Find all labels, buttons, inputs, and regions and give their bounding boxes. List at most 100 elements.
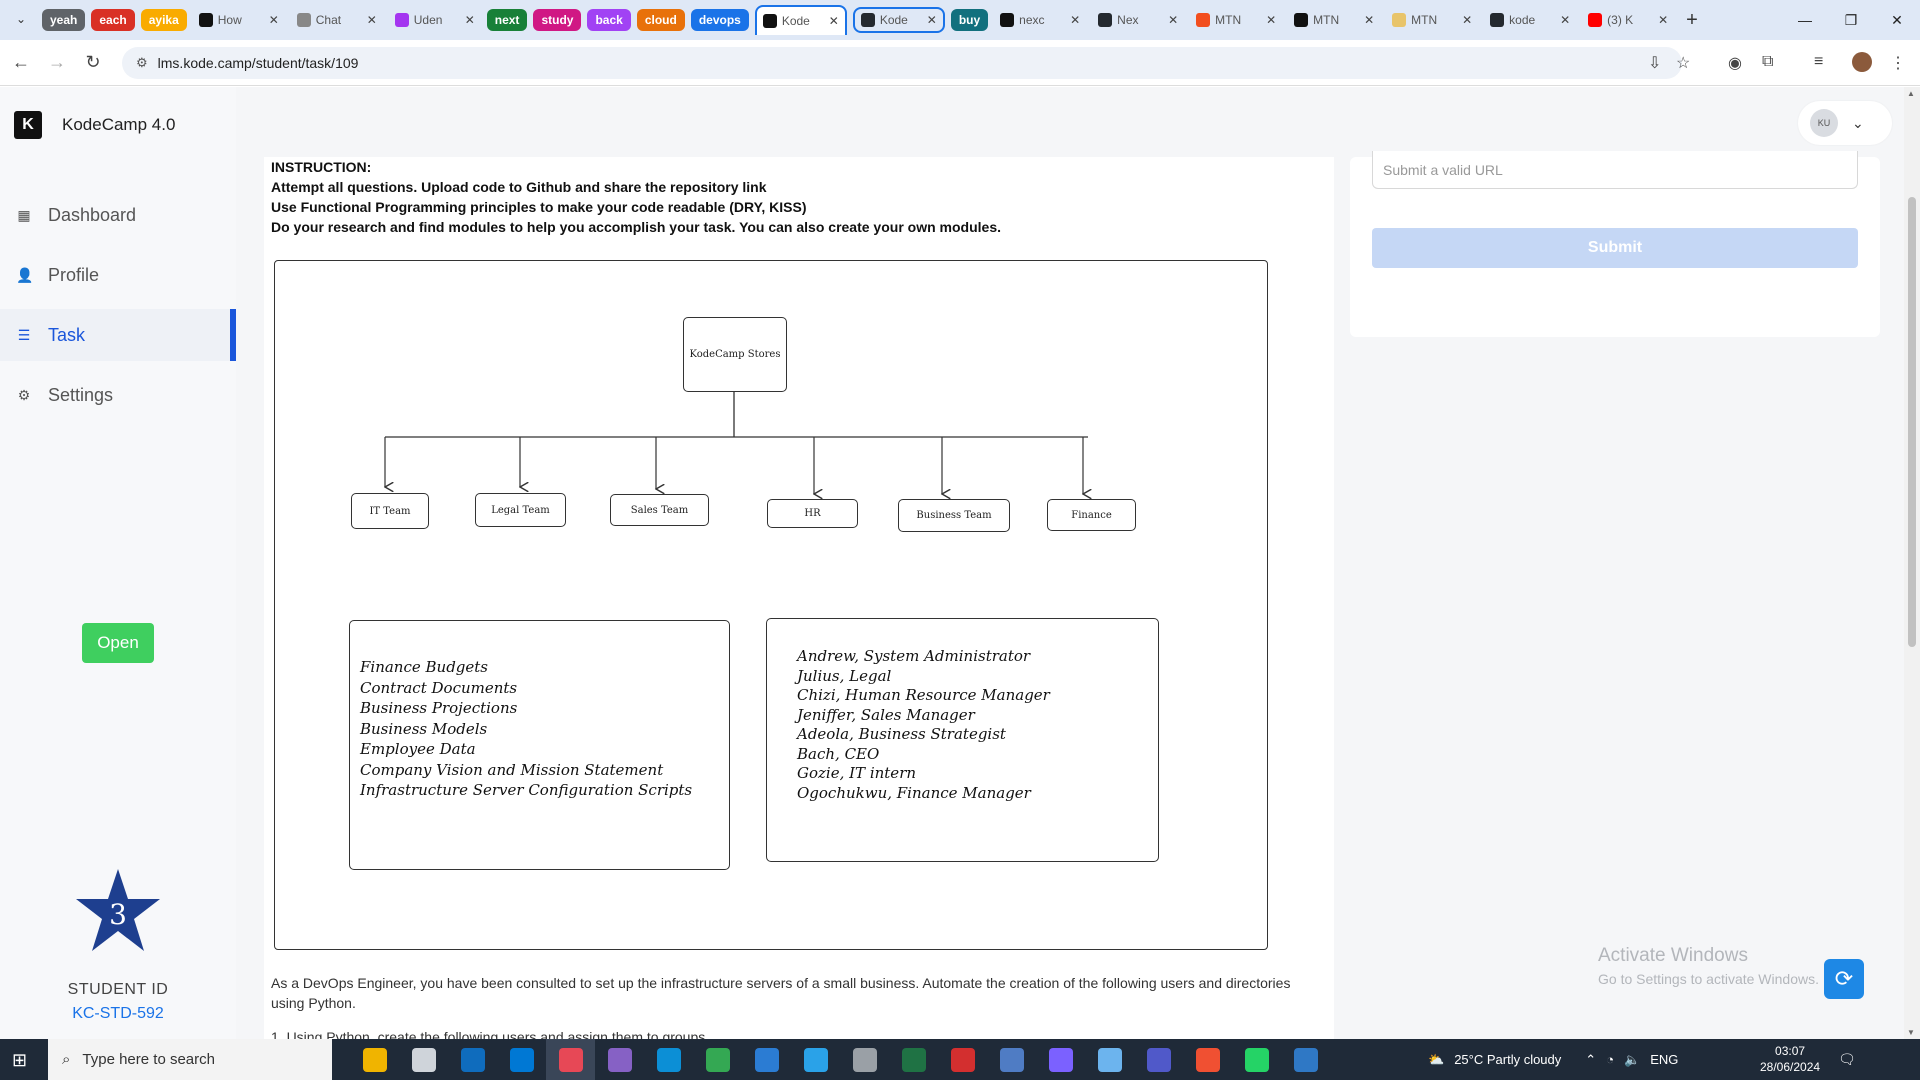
- open-button[interactable]: Open: [82, 623, 154, 663]
- url-input[interactable]: Submit a valid URL: [1372, 151, 1858, 189]
- scroll-down-icon[interactable]: ▼: [1907, 1028, 1915, 1037]
- taskbar-app-icon[interactable]: [448, 1039, 497, 1080]
- taskbar-clock[interactable]: 03:07 28/06/2024: [1760, 1043, 1820, 1075]
- taskbar-app-icon[interactable]: [595, 1039, 644, 1080]
- tab-group-label[interactable]: yeah: [42, 9, 86, 31]
- tab-close-icon[interactable]: ✕: [269, 13, 279, 27]
- app-glyph-icon: [901, 1047, 926, 1072]
- forward-arrow-icon[interactable]: →: [46, 52, 68, 73]
- tab-close-icon[interactable]: ✕: [927, 13, 937, 27]
- bookmark-star-icon[interactable]: ☆: [1676, 53, 1690, 73]
- taskbar-app-icon[interactable]: [1232, 1039, 1281, 1080]
- tab-group-label[interactable]: cloud: [636, 9, 685, 31]
- profile-avatar[interactable]: [1852, 52, 1872, 72]
- taskbar-app-icon[interactable]: [546, 1039, 595, 1080]
- browser-tab-strip: ⌄ yeah each ayika How ✕ Chat ✕ Uden ✕ next study ba…: [0, 0, 1920, 40]
- sidebar-item-task[interactable]: ☰ Task: [0, 309, 236, 361]
- tab-group-label[interactable]: back: [587, 9, 631, 31]
- refresh-widget-icon[interactable]: ⟳: [1824, 959, 1864, 999]
- puzzle-extensions-icon[interactable]: ⧉: [1762, 53, 1773, 71]
- browser-tab[interactable]: nexc ✕: [994, 5, 1086, 35]
- taskbar-app-icon[interactable]: [840, 1039, 889, 1080]
- network-icon[interactable]: ◔: [1606, 1052, 1614, 1067]
- reload-icon[interactable]: ↻: [82, 52, 104, 73]
- page-scrollbar[interactable]: ▲ ▼: [1904, 87, 1920, 1039]
- tab-close-icon[interactable]: ✕: [367, 13, 377, 27]
- browser-tab[interactable]: Chat ✕: [291, 5, 383, 35]
- taskbar-app-icon[interactable]: [350, 1039, 399, 1080]
- tab-group-label[interactable]: buy: [950, 9, 989, 31]
- windows-start-icon[interactable]: ⊞: [12, 1050, 27, 1071]
- taskbar-search[interactable]: ⌕ Type here to search: [48, 1039, 332, 1080]
- tray-chevron-icon[interactable]: ⌃: [1585, 1052, 1596, 1068]
- brand[interactable]: K KodeCamp 4.0: [14, 111, 175, 139]
- tab-close-icon[interactable]: ✕: [1070, 13, 1080, 27]
- browser-tab[interactable]: Kode ✕: [852, 7, 945, 33]
- tab-close-icon[interactable]: ✕: [1462, 13, 1472, 27]
- user-item: Jeniffer, Sales Manager: [797, 705, 975, 724]
- browser-tab[interactable]: Uden ✕: [389, 5, 481, 35]
- tab-group-label[interactable]: next: [486, 9, 528, 31]
- close-icon[interactable]: ✕: [1874, 0, 1920, 40]
- browser-tab[interactable]: (3) K ✕: [1582, 5, 1674, 35]
- taskbar-app-icon[interactable]: [889, 1039, 938, 1080]
- tab-close-icon[interactable]: ✕: [1266, 13, 1276, 27]
- browser-tab[interactable]: Nex ✕: [1092, 5, 1184, 35]
- taskbar-app-icon[interactable]: [497, 1039, 546, 1080]
- notification-icon[interactable]: 🗨: [1838, 1051, 1856, 1068]
- sidebar-item-dashboard[interactable]: ▦ Dashboard: [0, 189, 236, 241]
- back-arrow-icon[interactable]: ←: [10, 52, 32, 73]
- submit-button[interactable]: Submit: [1372, 228, 1858, 268]
- weather-text[interactable]: 25°C Partly cloudy: [1454, 1052, 1561, 1067]
- minimize-icon[interactable]: —: [1782, 0, 1828, 40]
- tab-close-icon[interactable]: ✕: [1364, 13, 1374, 27]
- taskbar-app-icon[interactable]: [1036, 1039, 1085, 1080]
- tab-group-label[interactable]: devops: [690, 9, 749, 31]
- taskbar-app-icon[interactable]: [742, 1039, 791, 1080]
- directory-item: Company Vision and Mission Statement: [360, 760, 664, 779]
- browser-tab[interactable]: MTN ✕: [1190, 5, 1282, 35]
- tab-group-label[interactable]: ayika: [140, 9, 187, 31]
- weather-icon[interactable]: ⛅: [1428, 1052, 1444, 1068]
- browser-tab[interactable]: How ✕: [193, 5, 285, 35]
- language-indicator[interactable]: ENG: [1650, 1052, 1678, 1067]
- site-info-icon[interactable]: ⚙: [136, 55, 148, 71]
- taskbar-app-icon[interactable]: [1183, 1039, 1232, 1080]
- sidebar-item-profile[interactable]: 👤 Profile: [0, 249, 236, 301]
- tab-close-icon[interactable]: ✕: [1168, 13, 1178, 27]
- browser-tab[interactable]: MTN ✕: [1288, 5, 1380, 35]
- tab-close-icon[interactable]: ✕: [465, 13, 475, 27]
- sidebar-item-settings[interactable]: ⚙ Settings: [0, 369, 236, 421]
- scroll-thumb[interactable]: [1908, 197, 1916, 647]
- tab-search-chevron-icon[interactable]: ⌄: [10, 8, 32, 30]
- app-glyph-icon: [1048, 1047, 1073, 1072]
- taskbar-apps: [350, 1039, 1330, 1080]
- tab-close-icon[interactable]: ✕: [829, 14, 839, 28]
- tab-close-icon[interactable]: ✕: [1560, 13, 1570, 27]
- chrome-menu-icon[interactable]: ⋮: [1890, 53, 1906, 73]
- taskbar-app-icon[interactable]: [791, 1039, 840, 1080]
- scroll-up-icon[interactable]: ▲: [1907, 89, 1915, 98]
- media-control-icon[interactable]: ≡: [1814, 53, 1823, 71]
- taskbar-app-icon[interactable]: [938, 1039, 987, 1080]
- install-app-icon[interactable]: ⇩: [1648, 53, 1661, 73]
- browser-tab[interactable]: Kode ✕: [754, 5, 847, 35]
- taskbar-app-icon[interactable]: [987, 1039, 1036, 1080]
- taskbar-app-icon[interactable]: [1134, 1039, 1183, 1080]
- taskbar-app-icon[interactable]: [1085, 1039, 1134, 1080]
- user-menu[interactable]: KU ⌄: [1798, 101, 1892, 145]
- taskbar-app-icon[interactable]: [1281, 1039, 1330, 1080]
- extension-icon[interactable]: ◉: [1728, 53, 1742, 73]
- restore-icon[interactable]: ❐: [1828, 0, 1874, 40]
- browser-tab[interactable]: MTN ✕: [1386, 5, 1478, 35]
- tab-close-icon[interactable]: ✕: [1658, 13, 1668, 27]
- browser-tab[interactable]: kode ✕: [1484, 5, 1576, 35]
- taskbar-app-icon[interactable]: [399, 1039, 448, 1080]
- taskbar-app-icon[interactable]: [693, 1039, 742, 1080]
- taskbar-app-icon[interactable]: [644, 1039, 693, 1080]
- tab-group-label[interactable]: each: [91, 9, 135, 31]
- tab-group-label[interactable]: study: [533, 9, 582, 31]
- volume-icon[interactable]: 🔈: [1624, 1052, 1640, 1068]
- address-bar[interactable]: ⚙ lms.kode.camp/student/task/109 ⇩ ☆: [122, 47, 1690, 79]
- new-tab-icon[interactable]: +: [1680, 9, 1704, 32]
